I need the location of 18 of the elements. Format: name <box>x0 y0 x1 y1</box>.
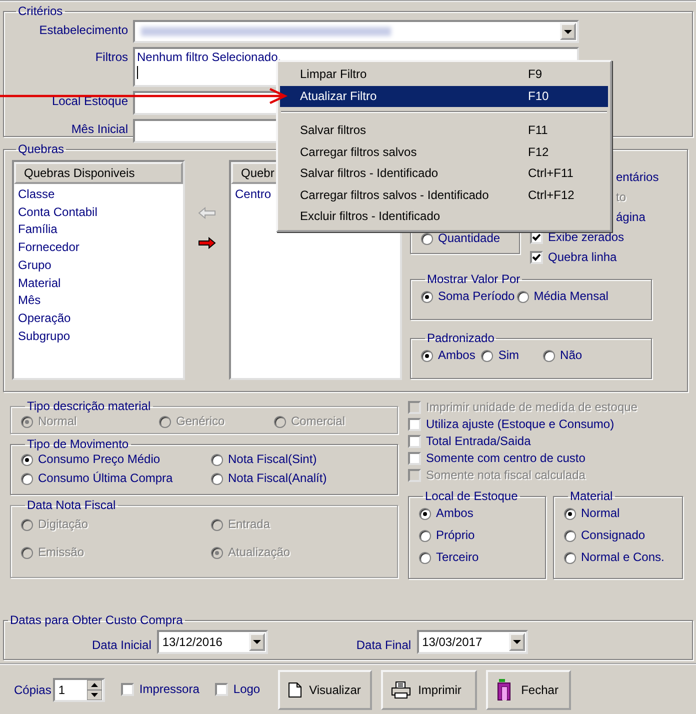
field-label: Estabelecimento <box>38 22 128 37</box>
field-label: Cópias <box>14 682 52 696</box>
field-label: Local Estoque <box>50 93 128 108</box>
filter-text: Nenhum filtro Selecionado. <box>137 50 282 64</box>
field-label: Data Inicial <box>92 638 152 652</box>
group-title: Local de Estoque <box>424 489 519 503</box>
field-label: Filtros <box>94 49 128 64</box>
group-title: Critérios <box>17 4 64 18</box>
group-title: Tipo de Movimento <box>26 437 130 451</box>
field-label: Data Final <box>356 638 412 652</box>
group-title: Tipo descrição material <box>26 399 152 413</box>
field-label: Mês Inicial <box>70 121 128 136</box>
group-title: Quebras <box>17 142 66 156</box>
group-title: Padronizado <box>426 331 496 345</box>
group-title: Mostrar Valor Por <box>426 272 522 286</box>
group-title: Data Nota Fiscal <box>26 498 117 512</box>
group-title: Datas para Obter Custo Compra <box>9 613 184 627</box>
group-title: Material <box>569 489 614 503</box>
